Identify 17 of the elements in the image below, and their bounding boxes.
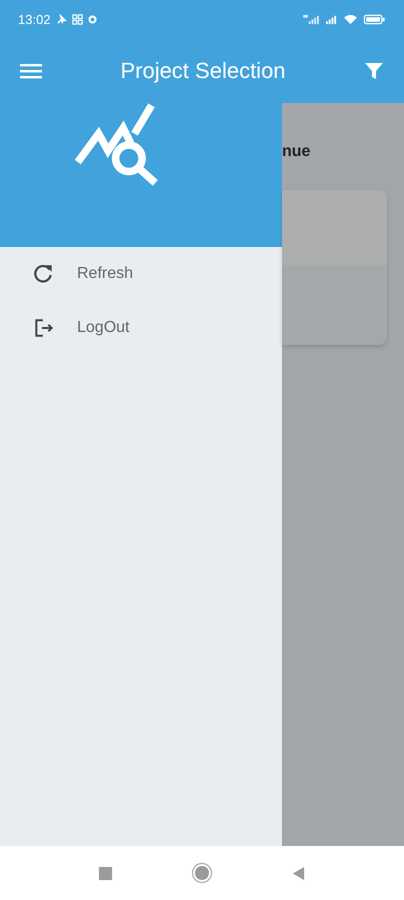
home-icon (191, 862, 213, 884)
recents-icon (98, 866, 113, 880)
battery-icon (363, 14, 386, 24)
section-heading: nue (282, 143, 312, 161)
wifi-icon (343, 14, 358, 24)
signal-icon (325, 14, 338, 24)
menu-icon (20, 62, 42, 80)
status-time: 13:02 (18, 12, 51, 26)
circle-icon (88, 14, 97, 24)
signal-icon (303, 14, 320, 24)
grid-icon (72, 14, 83, 24)
logout-icon (33, 317, 55, 339)
drawer-menu-item[interactable]: LogOut (0, 301, 282, 355)
drawer-menu-item[interactable]: Refresh (0, 247, 282, 301)
back-icon (291, 866, 306, 880)
app-title: Project Selection (119, 58, 287, 84)
filter-icon (364, 60, 384, 80)
